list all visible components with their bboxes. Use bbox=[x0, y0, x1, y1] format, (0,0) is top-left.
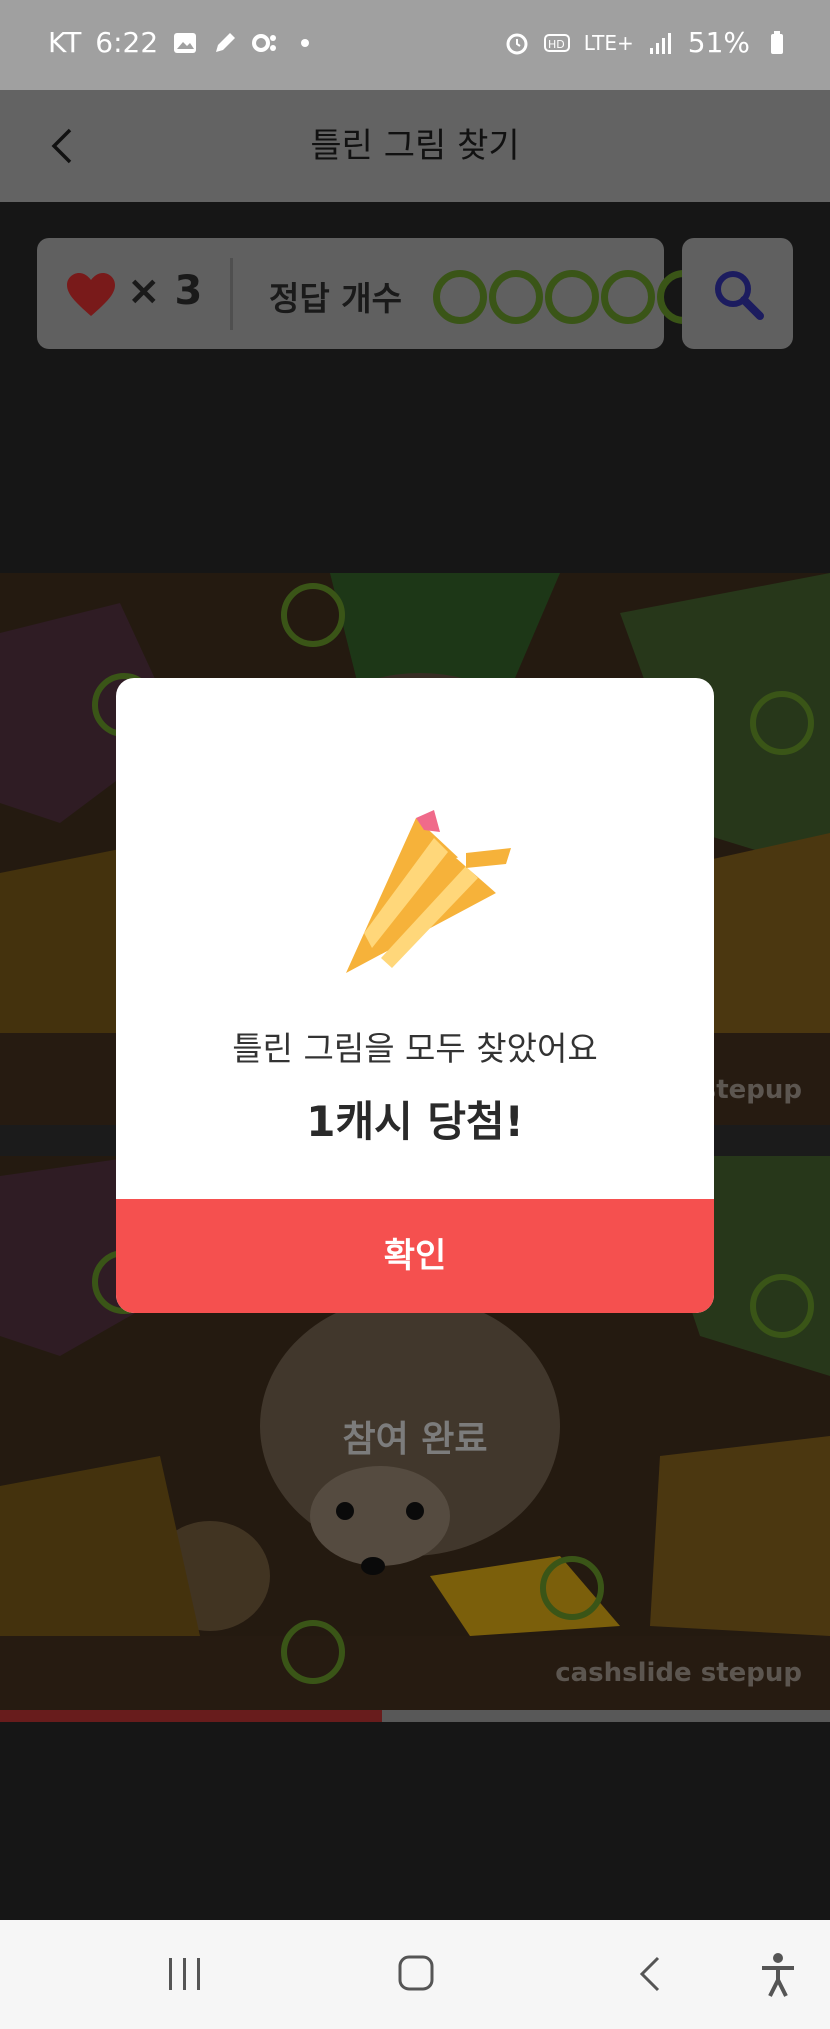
recent-apps-icon bbox=[169, 1958, 200, 1990]
app-header: 틀린 그림 찾기 bbox=[0, 90, 830, 202]
dialog-message: 틀린 그림을 모두 찾았어요 bbox=[232, 1029, 598, 1068]
confirm-button[interactable]: 확인 bbox=[116, 1199, 714, 1313]
svg-text:HD: HD bbox=[548, 38, 565, 51]
progress-track bbox=[0, 1710, 830, 1722]
page-title: 틀린 그림 찾기 bbox=[310, 126, 520, 166]
dialog-prize: 1캐시 당첨! bbox=[306, 1097, 524, 1146]
party-popper-icon bbox=[346, 810, 511, 973]
answer-indicator bbox=[545, 270, 599, 324]
edit-icon bbox=[216, 32, 236, 52]
home-icon bbox=[398, 1955, 434, 1991]
back-icon bbox=[639, 1956, 660, 1992]
sync-icon bbox=[252, 33, 277, 52]
reward-dialog: 틀린 그림을 모두 찾았어요 1캐시 당첨! 확인 bbox=[116, 678, 714, 1313]
carrier-text: KT bbox=[48, 26, 82, 59]
found-marker bbox=[281, 1620, 345, 1684]
game-info-bar: × 3 정답 개수 bbox=[37, 238, 711, 349]
alarm-icon bbox=[506, 33, 528, 54]
heart-icon bbox=[67, 273, 115, 316]
found-marker bbox=[750, 691, 814, 755]
answer-indicator bbox=[433, 270, 487, 324]
signal-icon bbox=[649, 32, 671, 54]
gallery-icon bbox=[174, 32, 197, 53]
status-bar: KT 6:22 HD LTE+ 51% bbox=[0, 0, 830, 90]
battery-text: 51% bbox=[687, 26, 750, 59]
accessibility-icon bbox=[762, 1953, 794, 1997]
found-marker bbox=[540, 1556, 604, 1620]
dot-icon bbox=[301, 38, 310, 47]
hd-icon: HD bbox=[543, 33, 570, 52]
battery-icon bbox=[771, 30, 783, 54]
answer-indicators bbox=[433, 270, 711, 324]
answer-count-label: 정답 개수 bbox=[269, 279, 402, 318]
found-marker bbox=[750, 1274, 814, 1338]
network-type: LTE+ bbox=[583, 30, 634, 55]
status-right: HD LTE+ 51% bbox=[504, 26, 790, 59]
lives-count: × 3 bbox=[127, 268, 203, 314]
answer-indicator bbox=[489, 270, 543, 324]
found-marker bbox=[281, 583, 345, 647]
time-text: 6:22 bbox=[95, 26, 159, 59]
status-left: KT 6:22 bbox=[48, 26, 318, 59]
recent-apps-button[interactable] bbox=[155, 1950, 215, 2000]
watermark: cashslide stepup bbox=[555, 1658, 802, 1688]
home-button[interactable] bbox=[386, 1950, 446, 2000]
participation-complete-label: 참여 완료 bbox=[342, 1419, 488, 1460]
accessibility-button[interactable] bbox=[748, 1950, 808, 2000]
progress-fill bbox=[0, 1710, 382, 1722]
system-nav-bar bbox=[0, 1920, 830, 2029]
magnifier-icon bbox=[715, 271, 764, 320]
answer-indicator bbox=[601, 270, 655, 324]
divider bbox=[230, 258, 233, 330]
back-nav-button[interactable] bbox=[622, 1950, 682, 2000]
hint-search-button[interactable] bbox=[682, 238, 793, 349]
